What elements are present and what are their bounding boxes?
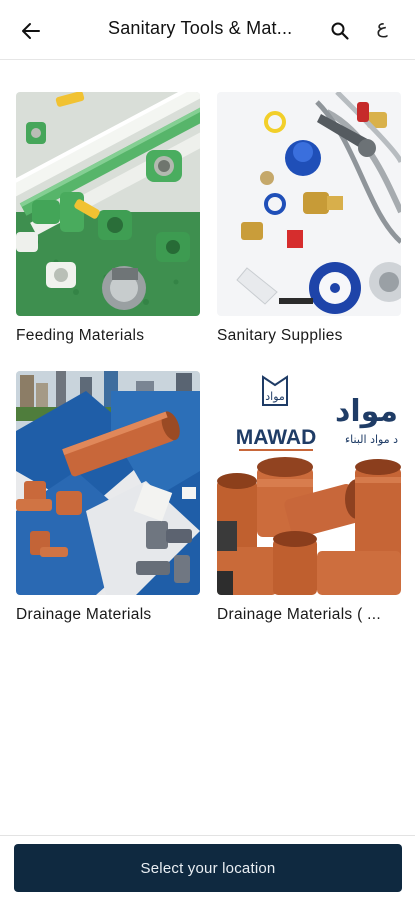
category-image <box>217 92 401 316</box>
search-icon <box>331 22 349 40</box>
svg-text:مواد: مواد <box>335 394 398 429</box>
category-label: Drainage Materials ( ... <box>217 606 381 623</box>
category-card-sanitary-supplies[interactable]: Sanitary Supplies <box>217 92 401 345</box>
category-card-feeding-materials[interactable]: Feeding Materials <box>16 92 200 345</box>
category-image: مواد MAWAD مواد د مواد البناء <box>217 371 401 595</box>
svg-text:د مواد البناء: د مواد البناء <box>345 433 398 446</box>
search-button[interactable] <box>328 19 352 43</box>
category-image <box>16 371 200 595</box>
page-title: Sanitary Tools & Mat... <box>108 18 293 38</box>
bottom-bar: Select your location <box>0 835 415 900</box>
svg-text:MAWAD: MAWAD <box>236 426 317 449</box>
select-location-button[interactable]: Select your location <box>14 844 402 892</box>
category-label: Sanitary Supplies <box>217 327 343 344</box>
back-button[interactable] <box>18 18 44 44</box>
language-toggle-button[interactable]: ع <box>370 16 394 44</box>
category-image <box>16 92 200 316</box>
category-label: Drainage Materials <box>16 606 152 623</box>
category-label: Feeding Materials <box>16 327 145 344</box>
category-card-drainage-materials[interactable]: Drainage Materials <box>16 371 200 624</box>
svg-text:مواد: مواد <box>265 390 285 403</box>
arrow-left-icon <box>22 23 40 39</box>
category-card-drainage-materials-mawad[interactable]: مواد MAWAD مواد د مواد البناء Drainage M… <box>217 371 401 624</box>
app-header: Sanitary Tools & Mat... ع <box>0 0 415 60</box>
